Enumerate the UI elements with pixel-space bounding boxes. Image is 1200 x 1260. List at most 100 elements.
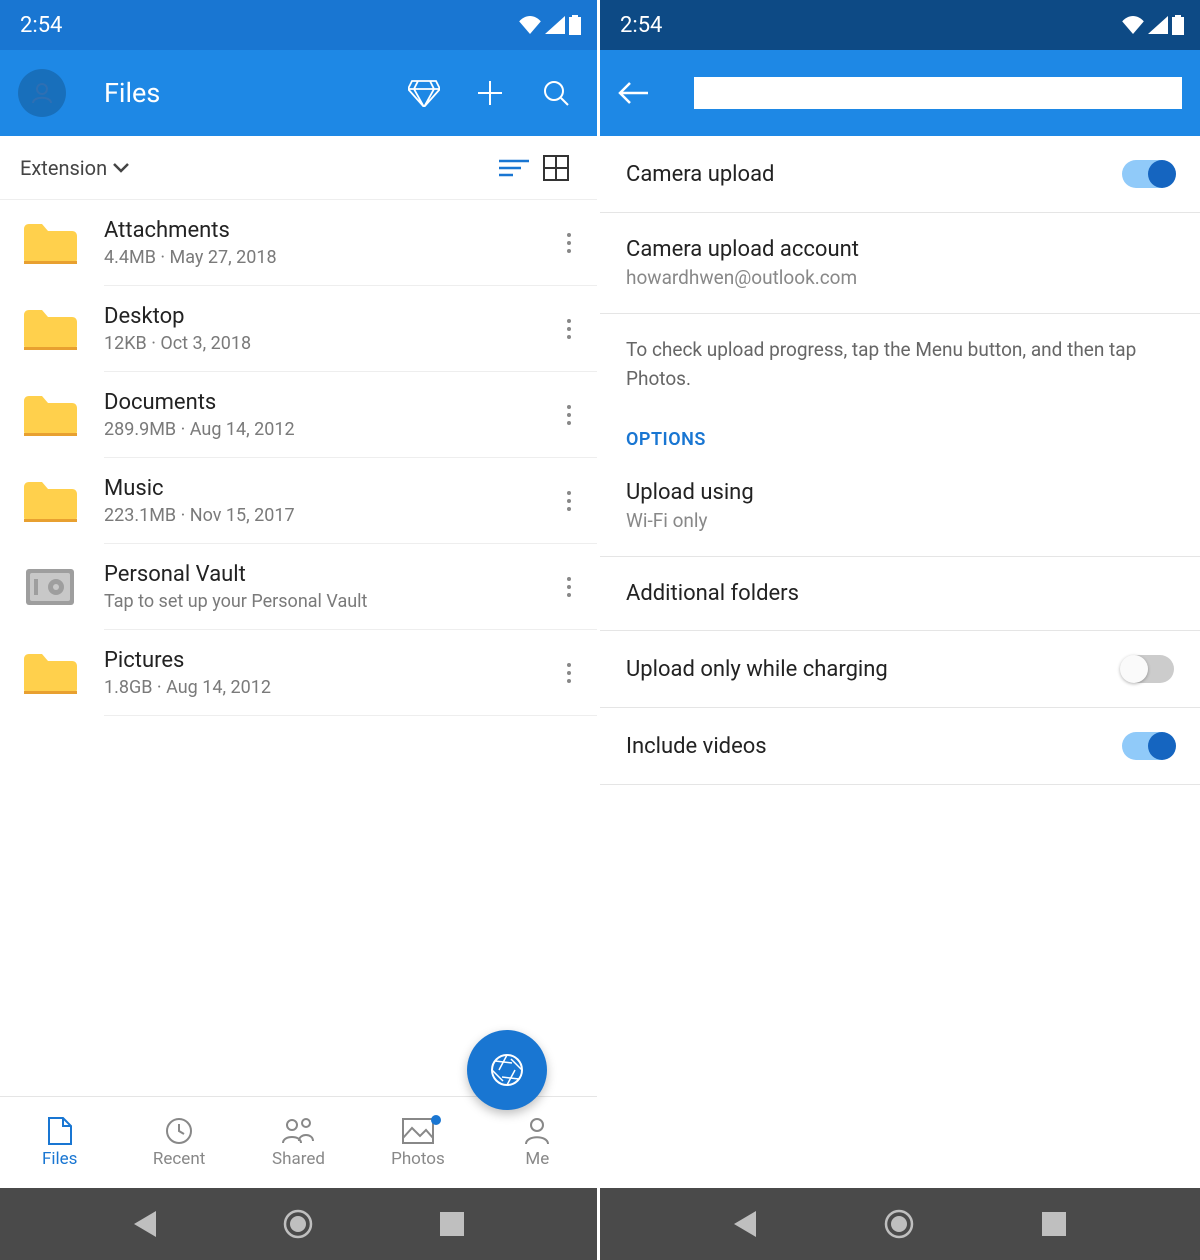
- signal-icon: [545, 16, 565, 34]
- folder-icon: [20, 648, 80, 698]
- file-meta: 1.8GB · Aug 14, 2012: [104, 677, 559, 698]
- tab-recent[interactable]: Recent: [119, 1097, 238, 1188]
- sort-label-text: Extension: [20, 156, 107, 180]
- add-button[interactable]: [467, 79, 513, 107]
- me-icon: [520, 1117, 554, 1145]
- file-meta: 4.4MB · May 27, 2018: [104, 247, 559, 268]
- account-avatar[interactable]: [18, 69, 66, 117]
- sort-order-button[interactable]: [493, 159, 535, 177]
- file-item[interactable]: Personal Vault Tap to set up your Persona…: [0, 544, 597, 630]
- tab-label: Photos: [391, 1149, 445, 1169]
- more-button[interactable]: [559, 233, 579, 253]
- status-time: 2:54: [20, 13, 62, 38]
- camera-upload-toggle-row[interactable]: Camera upload: [600, 136, 1200, 213]
- scan-fab[interactable]: [467, 1030, 547, 1110]
- file-name: Pictures: [104, 648, 559, 673]
- tab-photos[interactable]: Photos: [358, 1097, 477, 1188]
- charging-toggle-row[interactable]: Upload only while charging: [600, 631, 1200, 708]
- setting-label: Include videos: [626, 734, 1122, 759]
- wifi-icon: [1122, 16, 1144, 34]
- badge-dot: [431, 1115, 441, 1125]
- more-button[interactable]: [559, 491, 579, 511]
- additional-folders-row[interactable]: Additional folders: [600, 557, 1200, 631]
- phone-settings-screen: 2:54 Camera upload Camera upload Camera …: [600, 0, 1200, 1260]
- premium-button[interactable]: [401, 79, 447, 107]
- nav-recent-icon[interactable]: [440, 1212, 464, 1236]
- file-name: Documents: [104, 390, 559, 415]
- tab-me[interactable]: Me: [478, 1097, 597, 1188]
- setting-label: Camera upload account: [626, 237, 1174, 262]
- android-nav-bar: [0, 1188, 597, 1260]
- setting-label: Upload only while charging: [626, 657, 1122, 682]
- sort-row: Extension: [0, 136, 597, 200]
- folder-icon: [20, 476, 80, 526]
- include-videos-toggle[interactable]: [1122, 732, 1174, 760]
- file-meta: 223.1MB · Nov 15, 2017: [104, 505, 559, 526]
- view-toggle-button[interactable]: [535, 155, 577, 181]
- tab-label: Files: [42, 1149, 77, 1169]
- grid-icon: [543, 155, 569, 181]
- folder-icon: [20, 304, 80, 354]
- camera-upload-toggle[interactable]: [1122, 160, 1174, 188]
- charging-toggle[interactable]: [1122, 655, 1174, 683]
- battery-icon: [1172, 15, 1184, 35]
- back-button[interactable]: [618, 82, 674, 104]
- status-bar: 2:54: [0, 0, 597, 50]
- search-button[interactable]: [533, 79, 579, 107]
- nav-recent-icon[interactable]: [1042, 1212, 1066, 1236]
- settings-list: Camera upload Camera upload account howa…: [600, 136, 1200, 1188]
- page-title: Camera upload: [694, 77, 1182, 109]
- include-videos-toggle-row[interactable]: Include videos: [600, 708, 1200, 785]
- tab-files[interactable]: Files: [0, 1097, 119, 1188]
- android-nav-bar: [600, 1188, 1200, 1260]
- file-item[interactable]: Attachments4.4MB · May 27, 2018: [0, 200, 597, 286]
- recent-icon: [162, 1117, 196, 1145]
- folder-icon: [20, 218, 80, 268]
- wifi-icon: [519, 16, 541, 34]
- nav-home-icon[interactable]: [884, 1209, 914, 1239]
- setting-value: howardhwen@outlook.com: [626, 266, 1174, 289]
- more-button[interactable]: [559, 319, 579, 339]
- file-list: Attachments4.4MB · May 27, 2018Desktop12…: [0, 200, 597, 1096]
- more-button[interactable]: [559, 663, 579, 683]
- info-text: To check upload progress, tap the Menu b…: [600, 314, 1200, 415]
- nav-back-icon[interactable]: [734, 1211, 756, 1237]
- arrow-left-icon: [618, 82, 648, 104]
- chevron-down-icon: [113, 163, 129, 173]
- file-meta: 289.9MB · Aug 14, 2012: [104, 419, 559, 440]
- file-name: Personal Vault: [104, 562, 559, 587]
- photos-icon: [401, 1117, 435, 1145]
- file-name: Desktop: [104, 304, 559, 329]
- tab-label: Shared: [272, 1149, 325, 1169]
- file-item[interactable]: Music 223.1MB · Nov 15, 2017: [0, 458, 597, 544]
- status-time: 2:54: [620, 13, 662, 38]
- status-icons: [1122, 15, 1184, 35]
- person-icon: [30, 81, 54, 105]
- file-meta: Tap to set up your Personal Vault: [104, 591, 559, 612]
- plus-icon: [476, 79, 504, 107]
- file-item[interactable]: Pictures 1.8GB · Aug 14, 2012: [0, 630, 597, 716]
- file-item[interactable]: Documents 289.9MB · Aug 14, 2012: [0, 372, 597, 458]
- more-button[interactable]: [559, 405, 579, 425]
- status-icons: [519, 15, 581, 35]
- file-name: Music: [104, 476, 559, 501]
- more-button[interactable]: [559, 577, 579, 597]
- folder-icon: [20, 390, 80, 440]
- camera-aperture-icon: [490, 1053, 524, 1087]
- app-bar: Files: [0, 50, 597, 136]
- battery-icon: [569, 15, 581, 35]
- nav-home-icon[interactable]: [283, 1209, 313, 1239]
- camera-upload-account-row[interactable]: Camera upload account howardhwen@outlook…: [600, 213, 1200, 314]
- file-item[interactable]: Desktop12KB · Oct 3, 2018: [0, 286, 597, 372]
- app-bar: Camera upload: [600, 50, 1200, 136]
- setting-label: Camera upload: [626, 162, 1122, 187]
- tab-shared[interactable]: Shared: [239, 1097, 358, 1188]
- setting-label: Additional folders: [626, 581, 1174, 606]
- sort-dropdown[interactable]: Extension: [20, 156, 129, 180]
- setting-value: Wi-Fi only: [626, 509, 1174, 532]
- files-icon: [43, 1117, 77, 1145]
- nav-back-icon[interactable]: [134, 1211, 156, 1237]
- upload-using-row[interactable]: Upload using Wi-Fi only: [600, 456, 1200, 557]
- diamond-icon: [408, 79, 440, 107]
- vault-icon: [20, 562, 80, 612]
